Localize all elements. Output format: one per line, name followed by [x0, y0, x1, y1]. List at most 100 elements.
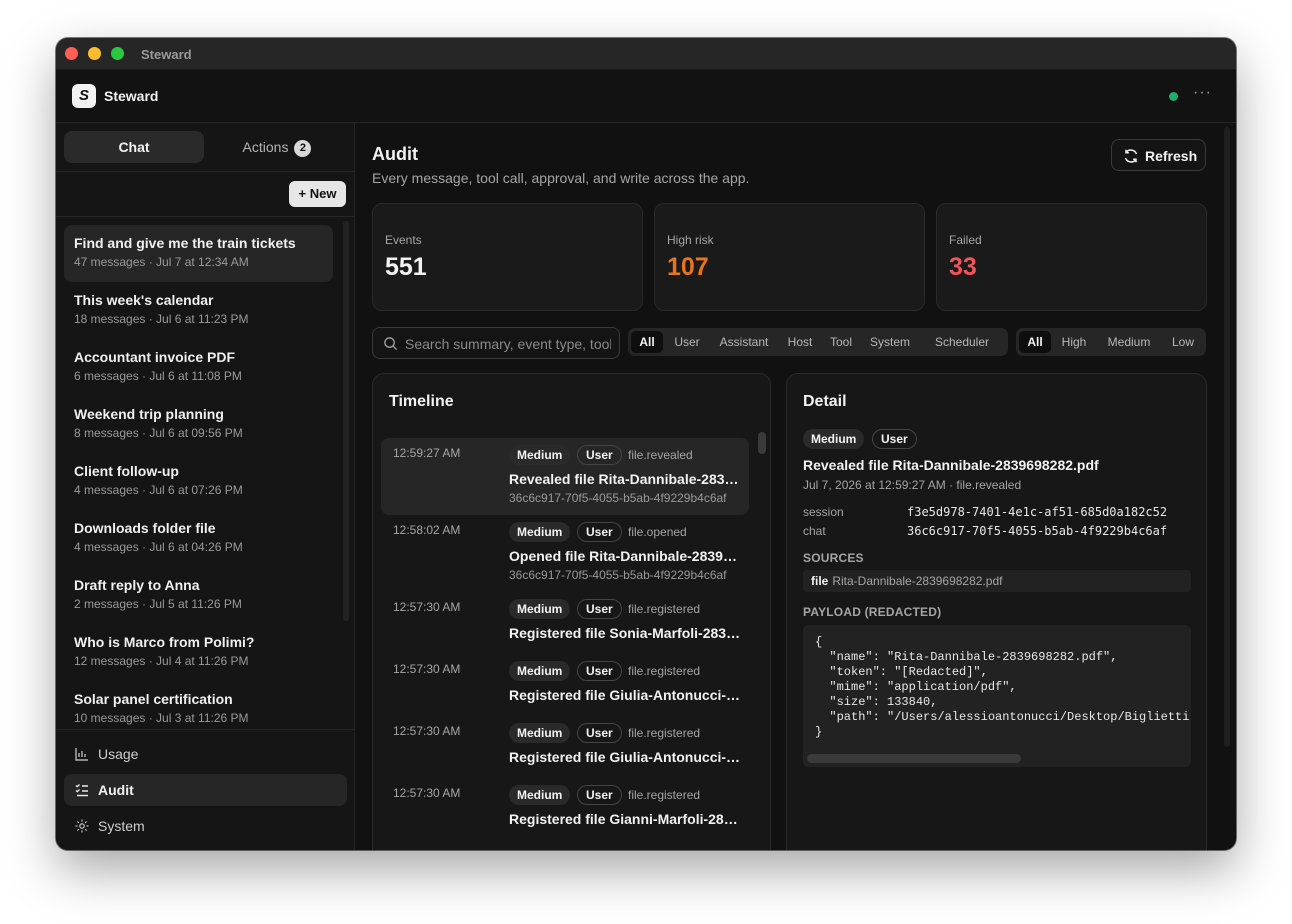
chat-list-item[interactable]: Who is Marco from Polimi? 12 messages · …: [64, 624, 333, 681]
stat-card-high-risk: High risk 107: [654, 203, 925, 311]
stat-value: 551: [385, 253, 427, 281]
event-time: 12:57:30 AM: [393, 724, 461, 738]
risk-filter-high[interactable]: High: [1056, 331, 1092, 353]
chat-list-item[interactable]: Draft reply to Anna 2 messages · Jul 5 a…: [64, 567, 333, 624]
timeline-row[interactable]: 12:59:27 AM Medium User file.revealed Re…: [381, 438, 749, 515]
event-type: file.registered: [628, 726, 701, 740]
divider: [56, 729, 355, 730]
session-label: session: [803, 505, 844, 519]
chat-list: Find and give me the train tickets 47 me…: [64, 225, 334, 729]
source-filter-all[interactable]: All: [631, 331, 663, 353]
event-type: file.registered: [628, 788, 701, 802]
timeline-row[interactable]: 12:57:30 AM Medium User file.registered …: [381, 654, 749, 716]
source-filter-tool[interactable]: Tool: [824, 331, 858, 353]
source-name: Rita-Dannibale-2839698282.pdf: [832, 574, 1003, 588]
chat-title: This week's calendar: [74, 292, 214, 308]
chat-title: Client follow-up: [74, 463, 179, 479]
event-summary: Registered file Sonia-Marfoli-2839698282…: [509, 625, 741, 641]
timeline-row[interactable]: 12:58:02 AM Medium User file.opened Open…: [381, 515, 749, 592]
sources-heading: SOURCES: [803, 551, 864, 565]
chat-list-item[interactable]: Accountant invoice PDF 6 messages · Jul …: [64, 339, 333, 396]
chat-meta: 47 messages · Jul 7 at 12:34 AM: [74, 255, 249, 269]
zoom-window-button[interactable]: [111, 47, 124, 60]
divider: [56, 171, 355, 172]
source-filter-host[interactable]: Host: [782, 331, 818, 353]
stat-value: 33: [949, 253, 977, 281]
nav-item-system[interactable]: System: [64, 810, 347, 842]
source-item[interactable]: file Rita-Dannibale-2839698282.pdf: [803, 570, 1191, 592]
tab-actions[interactable]: Actions 2: [207, 131, 347, 163]
tab-actions-label: Actions: [242, 139, 289, 155]
detail-title: Detail: [803, 393, 847, 410]
risk-filter-medium[interactable]: Medium: [1098, 331, 1160, 353]
chat-list-item[interactable]: Downloads folder file 4 messages · Jul 6…: [64, 510, 333, 567]
chat-title: Weekend trip planning: [74, 406, 224, 422]
timeline-row[interactable]: 12:57:30 AM Medium User file.registered …: [381, 778, 749, 840]
chat-list-item[interactable]: Solar panel certification 10 messages · …: [64, 681, 333, 729]
chat-meta: 4 messages · Jul 6 at 04:26 PM: [74, 540, 243, 554]
close-window-button[interactable]: [65, 47, 78, 60]
stat-card-events: Events 551: [372, 203, 643, 311]
event-time: 12:57:30 AM: [393, 600, 461, 614]
chat-id: 36c6c917-70f5-4055-b5ab-4f9229b4c6af: [907, 524, 1168, 538]
event-chat-id: 36c6c917-70f5-4055-b5ab-4f9229b4c6af: [509, 491, 727, 505]
audit-search: [372, 327, 620, 359]
app-brand: Steward: [104, 88, 159, 104]
actor-badge: User: [872, 429, 917, 449]
payload-json: { "name": "Rita-Dannibale-2839698282.pdf…: [815, 635, 1191, 739]
session-id: f3e5d978-7401-4e1c-af51-685d0a182c52: [907, 505, 1168, 519]
new-chat-button[interactable]: + New: [289, 181, 346, 207]
chat-label: chat: [803, 524, 826, 538]
chat-meta: 12 messages · Jul 4 at 11:26 PM: [74, 654, 249, 668]
risk-filter-all[interactable]: All: [1019, 331, 1051, 353]
chat-list-scrollbar[interactable]: [343, 221, 349, 621]
event-time: 12:57:30 AM: [393, 662, 461, 676]
chat-list-item[interactable]: This week's calendar 18 messages · Jul 6…: [64, 282, 333, 339]
actor-badge: User: [577, 661, 622, 681]
risk-badge: Medium: [509, 785, 571, 805]
actor-badge: User: [577, 785, 622, 805]
timeline-scrollbar[interactable]: [758, 432, 766, 454]
chat-list-item[interactable]: Weekend trip planning 8 messages · Jul 6…: [64, 396, 333, 453]
actor-badge: User: [577, 723, 622, 743]
event-chat-id: 36c6c917-70f5-4055-b5ab-4f9229b4c6af: [509, 568, 727, 582]
timeline-row[interactable]: 12:57:30 AM Medium User file.registered …: [381, 716, 749, 778]
source-filter-system[interactable]: System: [864, 331, 916, 353]
nav-item-audit[interactable]: Audit: [64, 774, 347, 806]
page-title: Audit: [372, 144, 418, 164]
refresh-button[interactable]: Refresh: [1111, 139, 1206, 171]
timeline-panel: Timeline 12:59:27 AM Medium User file.re…: [372, 373, 771, 850]
source-filter-assistant[interactable]: Assistant: [712, 331, 776, 353]
source-filter: All User Assistant Host Tool System Sche…: [628, 328, 1008, 356]
risk-badge: Medium: [509, 522, 571, 542]
chat-list-item[interactable]: Client follow-up 4 messages · Jul 6 at 0…: [64, 453, 333, 510]
detail-summary: Revealed file Rita-Dannibale-2839698282.…: [803, 457, 1099, 473]
window-title: Steward: [141, 47, 192, 62]
risk-filter-low[interactable]: Low: [1166, 331, 1200, 353]
nav-item-usage[interactable]: Usage: [64, 738, 347, 770]
source-filter-scheduler[interactable]: Scheduler: [922, 331, 1002, 353]
chat-meta: 8 messages · Jul 6 at 09:56 PM: [74, 426, 243, 440]
minimize-window-button[interactable]: [88, 47, 101, 60]
title-bar: Steward: [56, 38, 1236, 70]
detail-panel: Detail Medium User Revealed file Rita-Da…: [786, 373, 1207, 850]
stat-label: Failed: [949, 233, 982, 247]
risk-badge: Medium: [509, 445, 571, 465]
chat-meta: 6 messages · Jul 6 at 11:08 PM: [74, 369, 242, 383]
nav-item-label: System: [98, 818, 145, 834]
chat-meta: 4 messages · Jul 6 at 07:26 PM: [74, 483, 243, 497]
source-filter-user[interactable]: User: [668, 331, 706, 353]
nav-item-label: Usage: [98, 746, 139, 762]
refresh-icon: [1124, 149, 1138, 163]
payload-scrollbar[interactable]: [807, 754, 1021, 763]
page-scrollbar[interactable]: [1224, 127, 1230, 747]
tab-chat[interactable]: Chat: [64, 131, 204, 163]
risk-badge: Medium: [509, 661, 571, 681]
source-kind: file: [811, 574, 829, 588]
timeline-row[interactable]: 12:57:30 AM Medium User file.registered …: [381, 592, 749, 654]
event-summary: Registered file Gianni-Marfoli-283969828…: [509, 811, 741, 827]
more-options-icon[interactable]: ···: [1193, 84, 1212, 102]
search-input[interactable]: [405, 334, 611, 354]
chat-list-item[interactable]: Find and give me the train tickets 47 me…: [64, 225, 333, 282]
event-summary: Registered file Giulia-Antonucci-2839698…: [509, 749, 741, 765]
